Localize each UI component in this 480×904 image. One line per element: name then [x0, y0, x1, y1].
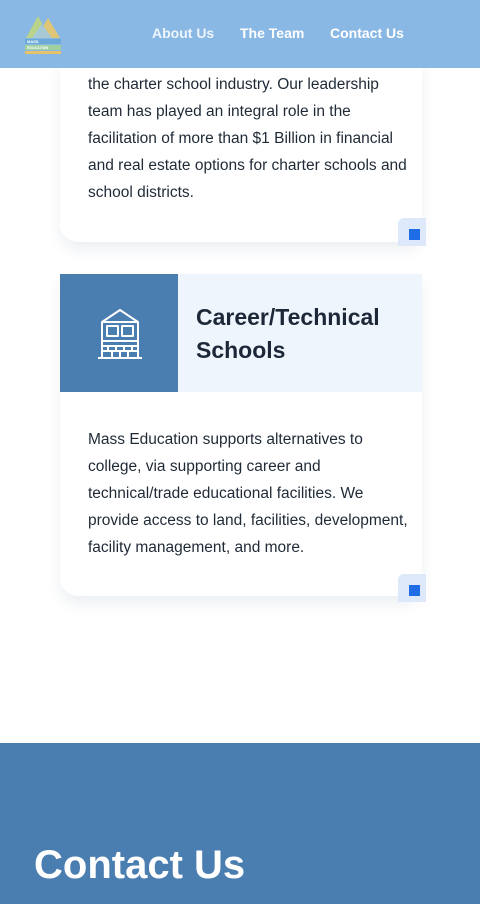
contact-heading: Contact Us	[34, 843, 246, 887]
nav-about-us[interactable]: About Us	[152, 25, 214, 41]
mass-education-logo[interactable]: MASS EDUCATION	[24, 12, 62, 56]
contact-section: Contact Us	[0, 743, 480, 904]
site-header: MASS EDUCATION About Us The Team Contact…	[0, 0, 480, 68]
nav-contact-us[interactable]: Contact Us	[330, 25, 404, 41]
service-card-charter: the charter school industry. Our leaders…	[60, 60, 422, 242]
card-title: Career/Technical Schools	[196, 304, 380, 363]
card-header: Career/Technical Schools	[60, 274, 422, 392]
logo-mountains-icon: MASS EDUCATION	[25, 16, 61, 54]
card-icon-box	[60, 274, 178, 392]
card-description: Mass Education supports alternatives to …	[88, 431, 408, 556]
card-corner-decoration	[398, 218, 426, 246]
corner-square-icon	[409, 229, 420, 240]
school-building-icon	[98, 309, 142, 359]
corner-square-icon	[409, 585, 420, 596]
svg-text:EDUCATION: EDUCATION	[27, 46, 48, 50]
svg-text:MASS: MASS	[27, 39, 39, 44]
nav-the-team[interactable]: The Team	[240, 25, 304, 41]
service-card-career-technical: Career/Technical Schools Mass Education …	[60, 274, 422, 596]
card-description: the charter school industry. Our leaders…	[88, 76, 407, 201]
card-corner-decoration	[398, 574, 426, 602]
